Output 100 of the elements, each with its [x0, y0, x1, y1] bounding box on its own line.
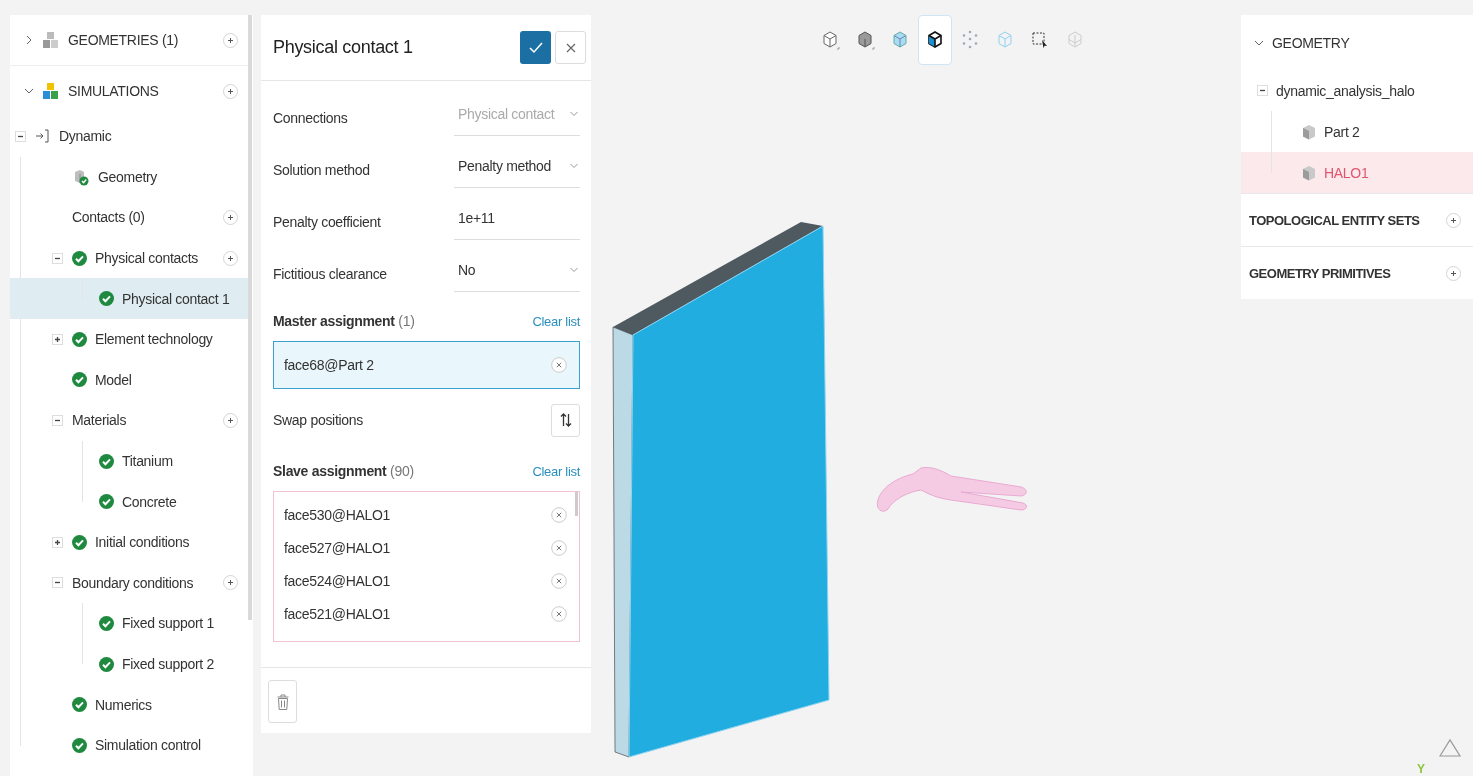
chevron-down-icon[interactable]	[24, 86, 34, 96]
part-check-icon	[72, 167, 90, 186]
tree-item[interactable]: Boundary conditions	[10, 562, 248, 604]
list-item: face527@HALO1	[284, 539, 391, 556]
field-label: Fictitious clearance	[273, 265, 388, 282]
tree-item[interactable]: Concrete	[10, 481, 248, 522]
expand-icon[interactable]	[52, 333, 63, 345]
add-icon[interactable]	[1446, 265, 1461, 281]
add-icon[interactable]	[223, 412, 238, 428]
cube-icon[interactable]	[925, 30, 945, 50]
plate-drawing[interactable]	[612, 222, 830, 758]
tree-item[interactable]: Physical contact 1	[10, 278, 248, 319]
section-header[interactable]: SIMULATIONS	[10, 66, 248, 116]
input-field[interactable]: 1e+11	[454, 197, 580, 240]
swap-button[interactable]	[551, 403, 580, 437]
chevron-right-icon[interactable]	[24, 35, 34, 45]
swap-arrows-icon	[559, 413, 572, 427]
add-icon[interactable]	[223, 250, 238, 266]
field-label: Connections	[273, 109, 349, 126]
trash-icon	[276, 693, 289, 710]
list-item: face68@Part 2	[284, 357, 374, 373]
check-icon	[72, 250, 87, 266]
add-icon[interactable]	[223, 210, 238, 225]
collapse-icon[interactable]	[52, 414, 63, 426]
scrollbar[interactable]	[575, 492, 578, 516]
cubes-icon	[42, 82, 60, 100]
viewport[interactable]: Y GEOMETRY dynamic_analysis_halo Part 2 HALO1 TOPOLOGICAL ENTITY SETS GEOMETRY PRIMITIVES	[591, 0, 1473, 776]
cubes-icon	[42, 31, 60, 49]
dropdown[interactable]: No	[454, 249, 580, 292]
tree-item[interactable]: dynamic_analysis_halo	[1241, 70, 1473, 111]
assignment-list[interactable]: face68@Part 2	[273, 341, 580, 389]
axis-triad-icon	[1438, 738, 1462, 757]
clear-list-link[interactable]: Clear list	[532, 463, 580, 479]
remove-icon[interactable]	[551, 605, 567, 622]
cube-icon	[1302, 164, 1316, 181]
check-icon	[72, 372, 87, 388]
add-icon[interactable]	[223, 32, 238, 48]
check-icon	[99, 656, 114, 672]
expand-icon[interactable]	[52, 536, 63, 548]
tree-item[interactable]: Simulation control	[10, 724, 248, 766]
check-icon	[99, 453, 114, 469]
check-icon	[99, 494, 114, 510]
collapse-icon[interactable]	[15, 130, 26, 142]
section-label: Slave assignment (90)	[273, 463, 414, 479]
field-label: Solution method	[273, 161, 371, 178]
field-label: Penalty coefficient	[273, 213, 382, 230]
add-icon[interactable]	[1446, 212, 1461, 228]
remove-icon[interactable]	[551, 572, 567, 589]
collapse-icon[interactable]	[52, 252, 63, 264]
check-icon	[72, 331, 87, 347]
section-header[interactable]: GEOMETRIES (1)	[10, 15, 248, 66]
tree-item[interactable]: Titanium	[10, 440, 248, 482]
tree-item[interactable]: Model	[10, 359, 248, 401]
panel-title: Physical contact 1	[273, 37, 414, 58]
list-item: face521@HALO1	[284, 605, 391, 622]
tree-item[interactable]: Geometry	[10, 156, 248, 198]
dropdown: Physical contact	[454, 93, 580, 136]
section-header[interactable]: GEOMETRY	[1241, 15, 1473, 70]
remove-icon[interactable]	[551, 506, 567, 523]
cube-icon	[1302, 123, 1316, 140]
tree-item[interactable]: Initial conditions	[10, 521, 248, 563]
axis-label: Y	[1417, 762, 1425, 776]
tree-item[interactable]: Numerics	[10, 684, 248, 725]
clear-list-link[interactable]: Clear list	[532, 313, 580, 329]
check-icon	[72, 697, 87, 713]
chevron-down-icon	[570, 163, 578, 169]
assignment-list[interactable]: face530@HALO1 face527@HALO1 face524@HALO1 face521@HALO1	[273, 491, 580, 642]
add-icon[interactable]	[223, 575, 238, 591]
section-label: Master assignment (1)	[273, 313, 415, 329]
collapse-icon[interactable]	[52, 577, 63, 589]
tree-item[interactable]: Element technology	[10, 318, 248, 360]
tree-item[interactable]: Fixed support 1	[10, 603, 248, 644]
collapse-icon[interactable]	[1257, 85, 1268, 96]
chevron-down-icon	[570, 111, 578, 117]
tree-item[interactable]: Contacts (0)	[10, 197, 248, 238]
add-icon[interactable]	[223, 83, 238, 99]
check-icon	[72, 534, 87, 550]
list-item: face530@HALO1	[284, 506, 391, 523]
list-item: face524@HALO1	[284, 572, 391, 589]
confirm-button[interactable]	[520, 31, 551, 64]
field-label: Swap positions	[273, 412, 364, 428]
dropdown[interactable]: Penalty method	[454, 145, 580, 188]
section-header[interactable]: GEOMETRY PRIMITIVES	[1241, 246, 1473, 299]
tree-item[interactable]: Part 2	[1241, 111, 1473, 152]
remove-icon[interactable]	[551, 539, 567, 556]
check-icon	[99, 291, 114, 307]
chevron-down-icon	[570, 267, 578, 273]
delete-button[interactable]	[268, 680, 297, 723]
tree-item[interactable]: Physical contacts	[10, 237, 248, 279]
remove-icon[interactable]	[551, 357, 567, 373]
tree-item[interactable]: Dynamic	[10, 116, 248, 157]
close-icon	[565, 42, 576, 53]
section-header[interactable]: TOPOLOGICAL ENTITY SETS	[1241, 193, 1473, 246]
select-box-icon[interactable]	[1030, 30, 1050, 50]
check-icon	[99, 615, 114, 631]
tree-item[interactable]: Materials	[10, 400, 248, 441]
checkmark-icon	[528, 41, 543, 54]
check-icon	[72, 737, 87, 753]
enter-bracket-icon	[35, 128, 51, 145]
tree-item[interactable]: Fixed support 2	[10, 643, 248, 685]
